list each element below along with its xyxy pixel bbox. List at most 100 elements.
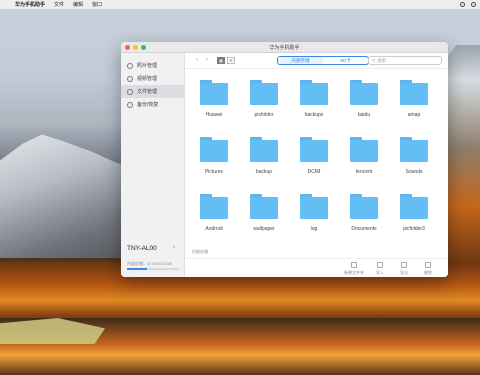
chevron-right-icon[interactable]: ›: [173, 245, 175, 251]
folder-item[interactable]: amap: [398, 80, 430, 118]
video-icon: [127, 75, 133, 82]
status-text: 内部存储: [192, 249, 208, 254]
traffic-lights: [125, 45, 146, 50]
action-label: 新建文件夹: [344, 270, 364, 275]
storage-bar-fill: [127, 268, 147, 270]
export-icon: [401, 262, 407, 268]
folder-icon: [250, 194, 278, 219]
folder-icon: [250, 137, 278, 162]
device-name[interactable]: TNY-AL00 ›: [127, 245, 175, 252]
close-button[interactable]: [125, 45, 130, 50]
folder-icon: [200, 194, 228, 219]
folder-label: DCIM: [307, 169, 321, 175]
storage-bar: [127, 268, 179, 270]
folder-icon: [350, 194, 378, 219]
folder-label: Pictures: [204, 169, 224, 175]
folder-label: Huawei: [205, 112, 223, 118]
folder-item[interactable]: Pictures: [198, 137, 230, 175]
menu-window[interactable]: 窗口: [92, 1, 102, 8]
folder-label: picfolder3: [403, 226, 425, 232]
folder-icon: [300, 194, 328, 219]
folder-item[interactable]: Sounds: [398, 137, 430, 175]
sidebar-item-label: 文件管理: [137, 89, 158, 95]
folder-item[interactable]: Huawei: [198, 80, 230, 118]
action-label: 导出: [400, 270, 408, 275]
folder-item[interactable]: backups: [298, 80, 330, 118]
bottom-bar: 新建文件夹 导入 导出 删除: [186, 258, 448, 277]
menu-bar: 华为手机助手 文件 编辑 窗口: [0, 0, 480, 9]
folder-item[interactable]: log: [298, 194, 330, 232]
menu-app-name[interactable]: 华为手机助手: [15, 1, 45, 8]
file-icon: [127, 88, 133, 95]
folder-item[interactable]: picfolder: [248, 80, 280, 118]
back-button[interactable]: ‹: [193, 57, 201, 64]
export-button[interactable]: 导出: [394, 262, 414, 276]
new-folder-icon: [351, 262, 357, 268]
search-placeholder: 搜索: [377, 58, 387, 63]
folder-icon: [200, 137, 228, 162]
folder-label: amap: [407, 112, 421, 118]
menu-file[interactable]: 文件: [54, 1, 64, 8]
folder-label: wallpaper: [253, 226, 275, 232]
list-view-icon[interactable]: ☰: [227, 57, 235, 64]
sidebar-item-label: 视频管理: [137, 76, 158, 82]
notification-icon[interactable]: [471, 2, 476, 7]
sidebar-item-label: 备份/恢复: [137, 102, 159, 108]
folder-item[interactable]: wallpaper: [248, 194, 280, 232]
action-label: 删除: [424, 270, 432, 275]
folder-label: tencent: [355, 169, 373, 175]
folder-label: log: [310, 226, 318, 232]
action-label: 导入: [376, 270, 384, 275]
folder-label: backup: [255, 169, 273, 175]
folder-label: Sounds: [405, 169, 423, 175]
folder-icon: [250, 80, 278, 105]
minimize-button[interactable]: [133, 45, 138, 50]
import-icon: [377, 262, 383, 268]
menu-edit[interactable]: 编辑: [73, 1, 83, 8]
sidebar: 照片管理 视频管理 文件管理 备份/恢复 TNY-AL00 › 内部存储：37.…: [121, 53, 185, 277]
search-icon: ⚲: [372, 58, 376, 63]
folder-item[interactable]: tencent: [348, 137, 380, 175]
folder-item[interactable]: backup: [248, 137, 280, 175]
forward-button[interactable]: ›: [203, 57, 211, 64]
folder-label: baidu: [357, 112, 371, 118]
folder-icon: [400, 137, 428, 162]
photo-icon: [127, 62, 133, 69]
search-icon[interactable]: [460, 2, 465, 7]
title-bar: 华为手机助手: [121, 42, 448, 53]
folder-icon: [400, 80, 428, 105]
trash-icon: [425, 262, 431, 268]
sidebar-item-files[interactable]: 文件管理: [121, 85, 184, 98]
folder-icon: [300, 137, 328, 162]
window-title: 华为手机助手: [269, 44, 300, 51]
folder-label: backups: [304, 112, 324, 118]
sidebar-item-label: 照片管理: [137, 63, 158, 69]
folder-icon: [300, 80, 328, 105]
folder-label: Android: [205, 226, 223, 232]
sidebar-item-photos[interactable]: 照片管理: [121, 59, 184, 72]
search-input[interactable]: ⚲ 搜索: [368, 56, 442, 65]
grid-view-icon[interactable]: ▦: [217, 57, 225, 64]
storage-tabs: 内部存储 SD卡: [277, 56, 369, 65]
zoom-button[interactable]: [141, 45, 146, 50]
main-panel: ‹ › ▦ ☰ 内部存储 SD卡 ⚲ 搜索 Huawei picfolder back…: [186, 53, 448, 277]
folder-icon: [350, 80, 378, 105]
tab-sd-card[interactable]: SD卡: [323, 57, 368, 64]
delete-button[interactable]: 删除: [418, 262, 438, 276]
folder-item[interactable]: DCIM: [298, 137, 330, 175]
import-button[interactable]: 导入: [370, 262, 390, 276]
folder-label: Documents: [351, 226, 377, 232]
folder-item[interactable]: Documents: [348, 194, 380, 232]
folder-label: picfolder: [254, 112, 274, 118]
folder-icon: [200, 80, 228, 105]
tab-internal-storage[interactable]: 内部存储: [278, 57, 323, 64]
toolbar: ‹ › ▦ ☰ 内部存储 SD卡 ⚲ 搜索: [186, 53, 448, 69]
sidebar-item-videos[interactable]: 视频管理: [121, 72, 184, 85]
folder-item[interactable]: Android: [198, 194, 230, 232]
folder-item[interactable]: baidu: [348, 80, 380, 118]
folder-item[interactable]: picfolder3: [398, 194, 430, 232]
new-folder-button[interactable]: 新建文件夹: [344, 262, 364, 276]
sidebar-item-backup[interactable]: 备份/恢复: [121, 98, 184, 111]
backup-icon: [127, 101, 133, 108]
device-name-label: TNY-AL00: [127, 245, 157, 252]
